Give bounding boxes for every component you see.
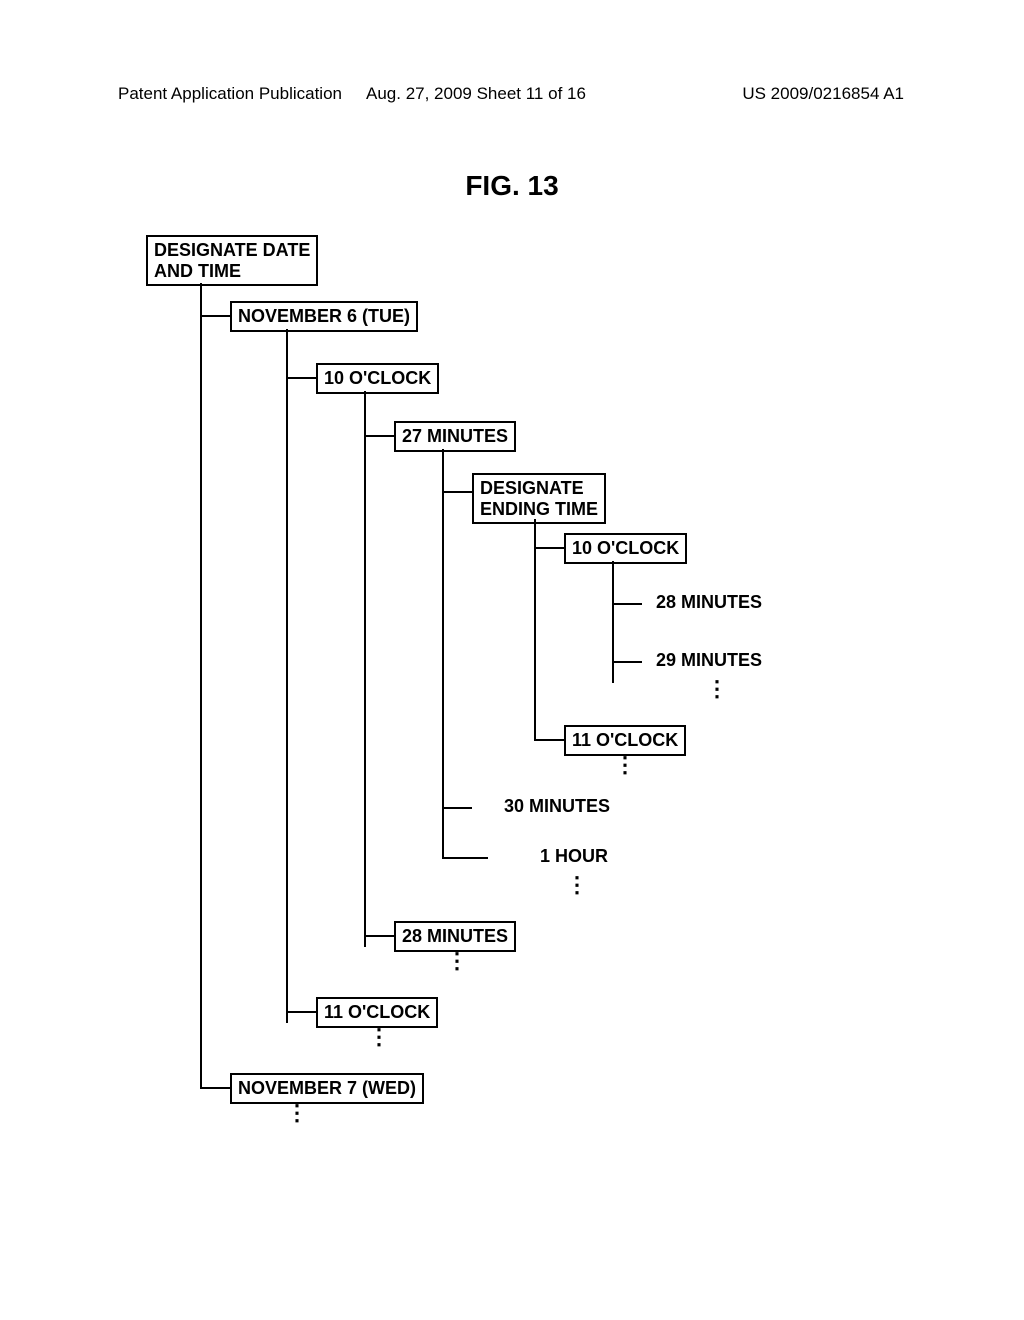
tree-diagram: DESIGNATE DATE AND TIME NOVEMBER 6 (TUE)… bbox=[146, 235, 886, 1145]
figure-title: FIG. 13 bbox=[0, 170, 1024, 202]
hline-hour11a bbox=[286, 1011, 316, 1013]
vline-hour10a bbox=[364, 391, 366, 947]
vdots-1: ⋮ bbox=[706, 683, 728, 694]
node-min28p-label: 28 MINUTES bbox=[656, 592, 762, 612]
header-left: Patent Application Publication bbox=[118, 84, 342, 104]
hline-date2 bbox=[200, 1087, 230, 1089]
node-date2: NOVEMBER 7 (WED) bbox=[230, 1073, 424, 1104]
hline-hour1p bbox=[442, 857, 488, 859]
node-date1: NOVEMBER 6 (TUE) bbox=[230, 301, 418, 332]
node-min30p: 30 MINUTES bbox=[472, 793, 678, 827]
node-hour1p: 1 HOUR bbox=[488, 843, 694, 877]
node-min28p: 28 MINUTES bbox=[642, 589, 792, 623]
hline-hour10b bbox=[534, 547, 564, 549]
node-hour1p-label: 1 HOUR bbox=[502, 846, 608, 866]
hline-min30p bbox=[442, 807, 472, 809]
vline-date1 bbox=[286, 329, 288, 1023]
vline-min27 bbox=[442, 449, 444, 859]
hline-hour10a bbox=[286, 377, 316, 379]
vdots-5: ⋮ bbox=[368, 1031, 390, 1042]
node-root: DESIGNATE DATE AND TIME bbox=[146, 235, 318, 286]
vdots-6: ⋮ bbox=[286, 1107, 308, 1118]
page-header: Patent Application Publication Aug. 27, … bbox=[118, 84, 904, 104]
header-right: US 2009/0216854 A1 bbox=[742, 84, 904, 104]
hline-hour11b bbox=[534, 739, 564, 741]
node-designate-end: DESIGNATE ENDING TIME bbox=[472, 473, 606, 524]
hline-min28box bbox=[364, 935, 394, 937]
header-mid: Aug. 27, 2009 Sheet 11 of 16 bbox=[366, 84, 586, 104]
node-min29p-label: 29 MINUTES bbox=[656, 650, 762, 670]
hline-min27 bbox=[364, 435, 394, 437]
hline-min29p bbox=[612, 661, 642, 663]
vdots-2: ⋮ bbox=[614, 759, 636, 770]
node-min27: 27 MINUTES bbox=[394, 421, 516, 452]
node-hour10a: 10 O'CLOCK bbox=[316, 363, 439, 394]
hline-min28p bbox=[612, 603, 642, 605]
vline-root bbox=[200, 283, 202, 1088]
vline-hour10b bbox=[612, 561, 614, 683]
vdots-4: ⋮ bbox=[446, 955, 468, 966]
hline-date1 bbox=[200, 315, 230, 317]
vdots-3: ⋮ bbox=[566, 879, 588, 890]
node-min30p-label: 30 MINUTES bbox=[486, 796, 610, 816]
vline-desend bbox=[534, 519, 536, 741]
hline-desend bbox=[442, 491, 472, 493]
node-hour10b: 10 O'CLOCK bbox=[564, 533, 687, 564]
